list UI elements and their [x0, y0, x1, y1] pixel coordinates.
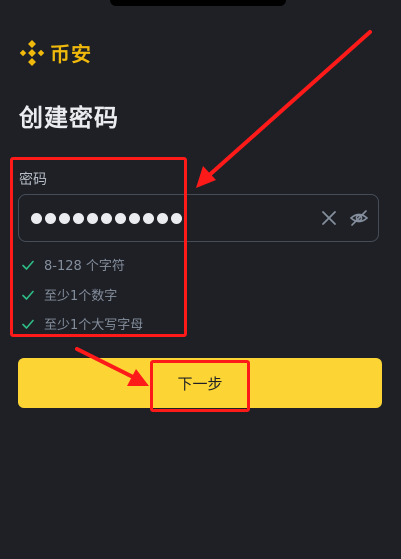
brand-header: 币安: [19, 38, 92, 67]
close-icon[interactable]: [321, 210, 337, 226]
binance-logo-icon: [19, 39, 45, 66]
eye-off-icon[interactable]: [349, 208, 369, 228]
brand-name: 币安: [50, 42, 92, 66]
device-notch: [110, 0, 286, 6]
annotation-box-password: [10, 157, 187, 337]
page-title: 创建密码: [19, 104, 119, 132]
annotation-arrow-password: [196, 30, 372, 188]
annotation-box-next: [150, 360, 250, 412]
